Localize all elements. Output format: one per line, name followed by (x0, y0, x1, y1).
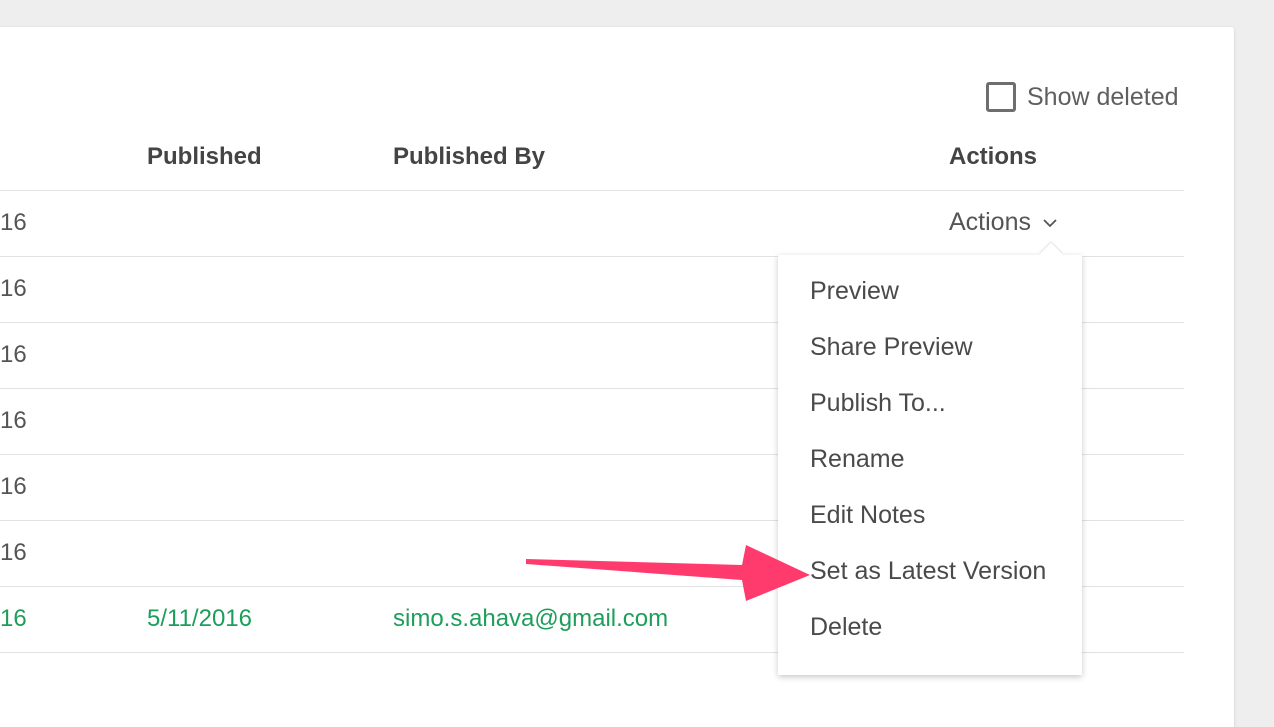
menu-item-delete[interactable]: Delete (810, 613, 882, 642)
show-deleted-checkbox[interactable] (986, 82, 1016, 112)
table-header-divider (0, 190, 1184, 191)
menu-item-share-preview[interactable]: Share Preview (810, 333, 973, 362)
show-deleted-toggle[interactable]: Show deleted (986, 79, 1179, 115)
annotation-arrow-icon (526, 545, 810, 601)
column-header-published-by: Published By (393, 143, 546, 170)
show-deleted-label: Show deleted (1027, 82, 1179, 111)
menu-item-edit-notes[interactable]: Edit Notes (810, 501, 925, 530)
created-cell: 16 (0, 605, 27, 632)
actions-dropdown-label: Actions (949, 208, 1031, 236)
created-cell: 16 (0, 341, 27, 368)
actions-dropdown[interactable]: Actions (949, 208, 1057, 237)
created-cell: 16 (0, 539, 27, 566)
menu-item-publish-to[interactable]: Publish To... (810, 389, 946, 418)
menu-item-rename[interactable]: Rename (810, 445, 905, 474)
menu-item-preview[interactable]: Preview (810, 277, 899, 306)
menu-item-set-latest-version[interactable]: Set as Latest Version (810, 557, 1046, 586)
column-header-published: Published (147, 143, 262, 170)
created-cell: 16 (0, 407, 27, 434)
created-cell: 16 (0, 209, 27, 236)
chevron-down-icon (1043, 218, 1057, 227)
created-cell: 16 (0, 275, 27, 302)
published-date-cell: 5/11/2016 (147, 605, 252, 632)
column-header-actions: Actions (949, 143, 1038, 170)
created-cell: 16 (0, 473, 27, 500)
